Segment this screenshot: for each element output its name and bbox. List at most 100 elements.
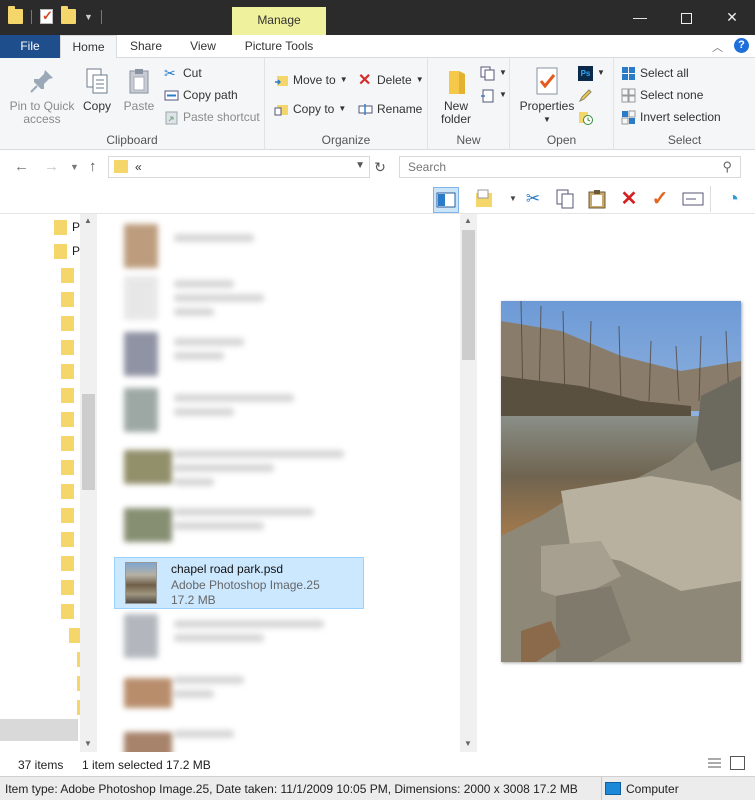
folder-icon[interactable] <box>61 532 74 547</box>
quick-access-toolbar: ▼ <box>8 6 102 24</box>
address-bar[interactable]: « ▼ <box>108 156 370 178</box>
manage-contextual-tab[interactable]: Manage <box>232 7 326 35</box>
move-to-button[interactable]: Move to ▼ <box>274 70 348 90</box>
folder-icon[interactable] <box>61 604 74 619</box>
back-arrow-icon[interactable]: ← <box>14 158 29 175</box>
list-item[interactable] <box>116 272 356 326</box>
search-box[interactable]: ⚲ <box>399 156 741 178</box>
forward-arrow-icon[interactable]: → <box>44 158 59 175</box>
properties-folder-icon[interactable] <box>472 186 498 212</box>
nav-selected-item[interactable] <box>0 719 78 741</box>
minimize-button[interactable]: — <box>617 0 663 35</box>
folder-icon[interactable] <box>61 268 74 283</box>
select-none-button[interactable]: Select none <box>621 85 703 105</box>
move-to-chevron-icon: ▼ <box>339 75 348 84</box>
paste-button[interactable]: Paste <box>120 66 158 113</box>
folder-icon[interactable] <box>61 460 74 475</box>
tab-view[interactable]: View <box>175 35 231 58</box>
list-item[interactable] <box>116 666 356 720</box>
folder-icon[interactable] <box>61 556 74 571</box>
file-list-scrollbar-thumb[interactable] <box>462 230 475 360</box>
folder-icon[interactable] <box>61 436 74 451</box>
folder-icon <box>114 160 128 173</box>
tab-home[interactable]: Home <box>60 35 117 59</box>
delete-button[interactable]: ✕ Delete ▼ <box>358 70 424 90</box>
pin-to-quick-access-button[interactable]: Pin to Quick access <box>6 66 78 126</box>
scroll-down-icon[interactable]: ▼ <box>464 739 472 748</box>
new-folder-button[interactable]: New folder <box>436 66 476 126</box>
move-to-label: Move to <box>293 73 336 87</box>
list-item[interactable] <box>116 610 356 664</box>
cut-scissors-icon[interactable]: ✂ <box>520 186 546 212</box>
rename-button[interactable]: Rename <box>358 99 422 119</box>
easy-access-button[interactable]: ▼ <box>480 85 507 105</box>
select-all-button[interactable]: Select all <box>621 63 689 83</box>
preview-pane-icon[interactable] <box>433 187 459 213</box>
tab-file[interactable]: File <box>0 35 60 58</box>
list-item[interactable] <box>116 440 356 494</box>
invert-selection-icon <box>621 110 636 125</box>
address-history-chevron-icon[interactable]: ▼ <box>355 160 365 171</box>
rename-icon[interactable] <box>680 186 706 212</box>
scroll-up-icon[interactable]: ▲ <box>84 216 92 225</box>
refresh-icon[interactable]: ↻ <box>371 156 389 178</box>
new-item-button[interactable]: ▼ <box>480 63 507 83</box>
details-view-icon[interactable] <box>707 757 722 770</box>
copy-icon[interactable] <box>552 186 578 212</box>
nav-scrollbar-thumb[interactable] <box>82 394 95 490</box>
history-button[interactable] <box>578 107 593 127</box>
folder-icon[interactable] <box>61 340 74 355</box>
search-input[interactable] <box>400 157 700 177</box>
copy-to-button[interactable]: Copy to ▼ <box>274 99 346 119</box>
up-arrow-icon[interactable]: ↑ <box>89 158 97 175</box>
list-item[interactable] <box>116 220 356 274</box>
help-icon[interactable]: ? <box>734 38 749 53</box>
folder-icon[interactable] <box>61 484 74 499</box>
folder-icon[interactable] <box>61 508 74 523</box>
shell-icon[interactable]: ◔ <box>720 186 746 212</box>
tree-item-label[interactable]: P <box>72 244 80 258</box>
large-icons-view-icon[interactable] <box>730 756 745 770</box>
tree-item-label[interactable]: P <box>72 220 80 234</box>
paste-icon[interactable] <box>584 186 610 212</box>
open-with-button[interactable]: Ps ▼ <box>578 63 605 83</box>
folder-icon[interactable] <box>61 316 74 331</box>
folder-icon[interactable] <box>8 6 23 24</box>
maximize-button[interactable] <box>663 0 709 35</box>
recent-locations-chevron-icon[interactable]: ▼ <box>70 162 79 172</box>
cut-button[interactable]: ✂ Cut <box>164 63 202 83</box>
paste-shortcut-button[interactable]: Paste shortcut <box>164 107 260 127</box>
properties-check-icon[interactable] <box>40 8 53 24</box>
properties-label: Properties <box>519 99 575 113</box>
properties-button[interactable]: Properties ▼ <box>519 66 575 126</box>
scroll-down-icon[interactable]: ▼ <box>84 739 92 748</box>
new-folder-icon[interactable] <box>61 6 76 24</box>
list-item[interactable] <box>116 498 356 552</box>
tab-share[interactable]: Share <box>117 35 175 58</box>
folder-icon[interactable] <box>61 388 74 403</box>
copy-button[interactable]: Copy <box>80 66 114 113</box>
maximize-icon <box>680 12 692 24</box>
list-item[interactable] <box>116 720 356 752</box>
folder-icon[interactable] <box>61 412 74 427</box>
edit-button[interactable] <box>578 85 593 105</box>
tab-picture-tools[interactable]: Picture Tools <box>231 35 327 58</box>
copy-path-button[interactable]: Copy path <box>164 85 238 105</box>
properties-check-icon[interactable]: ✓ <box>647 186 673 212</box>
scroll-up-icon[interactable]: ▲ <box>464 216 472 225</box>
paste-shortcut-label: Paste shortcut <box>183 110 260 124</box>
invert-selection-button[interactable]: Invert selection <box>621 107 721 127</box>
folder-icon[interactable] <box>61 364 74 379</box>
close-button[interactable]: ✕ <box>709 0 755 35</box>
folder-icon[interactable] <box>61 292 74 307</box>
collapse-ribbon-chevron-icon[interactable]: ︿ <box>712 39 723 55</box>
folder-icon[interactable] <box>61 580 74 595</box>
customize-toolbar-chevron-icon[interactable]: ▼ <box>84 12 93 22</box>
selected-file-item[interactable]: chapel road park.psd Adobe Photoshop Ima… <box>114 557 364 609</box>
delete-x-icon[interactable]: ✕ <box>616 186 642 212</box>
breadcrumb[interactable]: « <box>135 160 142 174</box>
list-item[interactable] <box>116 328 356 382</box>
invert-selection-label: Invert selection <box>640 110 721 124</box>
list-item[interactable] <box>116 384 356 438</box>
new-item-icon <box>480 66 495 81</box>
